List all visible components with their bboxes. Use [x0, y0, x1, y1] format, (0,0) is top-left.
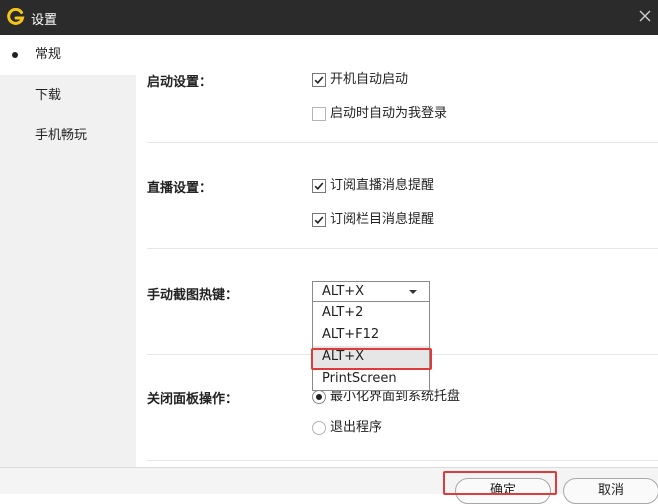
settings-content: 启动设置： 开机自动启动 启动时自动为我登录 直播设置： 订阅直播消息提醒 订阅… [136, 35, 658, 493]
hotkey-section-label: 手动截图热键： [147, 288, 239, 303]
radio-selected-icon [312, 390, 326, 404]
close-icon[interactable] [638, 9, 652, 23]
checkbox-checked-icon [312, 179, 326, 193]
window-title: 设置 [31, 13, 58, 28]
hotkey-option[interactable]: ALT+2 [313, 302, 429, 324]
hotkey-option[interactable]: PrintScreen [313, 368, 429, 390]
sidebar-item-label: 常规 [35, 47, 62, 62]
hotkey-selected-value: ALT+X [322, 284, 365, 299]
column-reminder-label: 订阅栏目消息提醒 [330, 212, 435, 227]
startup-section-label: 启动设置： [147, 75, 213, 90]
sidebar-item-general[interactable]: 常规 [0, 35, 136, 75]
checkbox-checked-icon [312, 213, 326, 227]
chevron-down-icon [409, 290, 417, 294]
live-section-label: 直播设置： [147, 181, 213, 196]
section-divider [147, 460, 658, 461]
footer-bar [0, 467, 658, 494]
sidebar-item-label: 手机畅玩 [35, 128, 88, 143]
auto-start-label: 开机自动启动 [330, 72, 409, 87]
sidebar-item-download[interactable]: 下载 [0, 76, 136, 116]
live-reminder-label: 订阅直播消息提醒 [330, 178, 435, 193]
close-section-label: 关闭面板操作： [147, 392, 239, 407]
section-divider [147, 142, 658, 143]
checkbox-unchecked-icon [312, 107, 326, 121]
checkbox-checked-icon [312, 73, 326, 87]
hotkey-dropdown-list: ALT+2 ALT+F12 ALT+X PrintScreen [312, 302, 430, 391]
radio-unselected-icon [312, 421, 326, 435]
exit-program-label: 退出程序 [330, 420, 383, 435]
annotation-highlight-box [443, 471, 557, 495]
hotkey-select[interactable]: ALT+X [312, 281, 430, 302]
sidebar-item-mobile-play[interactable]: 手机畅玩 [0, 116, 136, 156]
active-dot-icon [12, 52, 18, 58]
hotkey-option[interactable]: ALT+F12 [313, 324, 429, 346]
cancel-button[interactable]: 取消 [563, 478, 658, 504]
sidebar: 常规 下载 手机畅玩 [0, 35, 136, 493]
title-bar: 设置 [0, 0, 658, 35]
annotation-highlight-box [311, 348, 432, 370]
app-logo-icon [7, 8, 25, 25]
auto-login-label: 启动时自动为我登录 [330, 106, 448, 121]
sidebar-item-label: 下载 [35, 88, 62, 103]
section-divider [147, 248, 658, 249]
